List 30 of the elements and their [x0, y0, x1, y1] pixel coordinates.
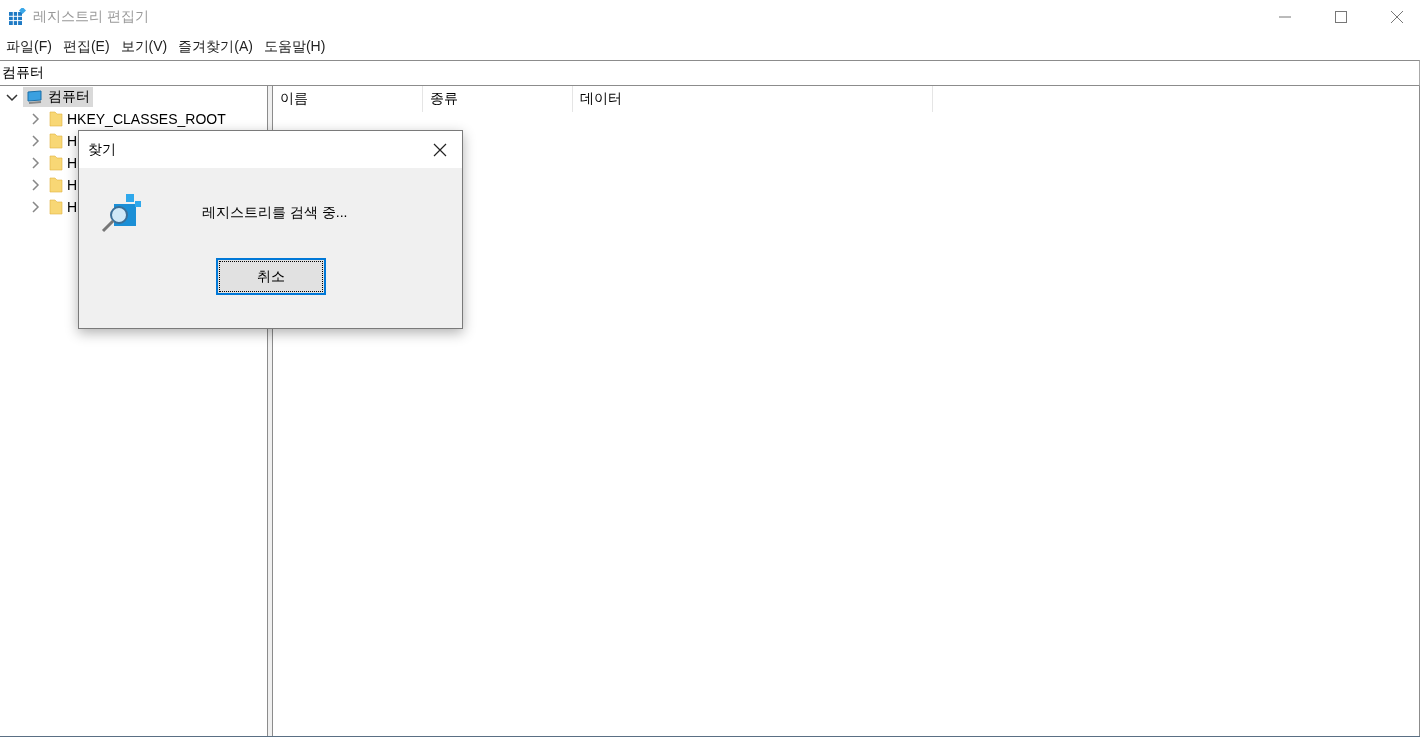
registry-search-icon [100, 192, 142, 234]
close-icon[interactable] [433, 142, 447, 157]
menu-item[interactable]: 편집(E) [58, 38, 114, 56]
folder-icon [49, 133, 63, 149]
folder-icon [49, 199, 63, 215]
tree-item[interactable]: H [46, 153, 81, 173]
menu-item[interactable]: 도움말(H) [259, 38, 330, 56]
close-icon [1391, 11, 1403, 23]
cancel-button[interactable]: 취소 [215, 258, 326, 295]
tree-item[interactable]: HKEY_CLASSES_ROOT [46, 109, 229, 129]
window-title: 레지스트리 편집기 [33, 8, 149, 26]
column-header[interactable]: 이름 [273, 86, 423, 112]
menu-item[interactable]: 즐겨찾기(A) [174, 38, 257, 56]
column-header[interactable]: 종류 [423, 86, 573, 112]
address-bar[interactable]: 컴퓨터 [0, 60, 1420, 86]
tree-item[interactable]: H [46, 175, 81, 195]
computer-icon [26, 89, 44, 105]
tree-item[interactable]: 컴퓨터 [23, 87, 93, 107]
menu-item[interactable]: 파일(F) [2, 38, 56, 56]
dialog-title: 찾기 [88, 140, 116, 159]
registry-app-icon [8, 8, 26, 26]
status-message: 레지스트리를 검색 중... [202, 204, 348, 222]
menu-item[interactable]: 보기(V) [116, 38, 172, 56]
folder-icon [49, 155, 63, 171]
column-header[interactable]: 데이터 [573, 86, 933, 112]
folder-icon [49, 111, 63, 127]
folder-icon [49, 177, 63, 193]
tree-item[interactable]: H [46, 197, 81, 217]
tree-item[interactable]: H [46, 131, 81, 151]
maximize-icon [1335, 11, 1347, 23]
